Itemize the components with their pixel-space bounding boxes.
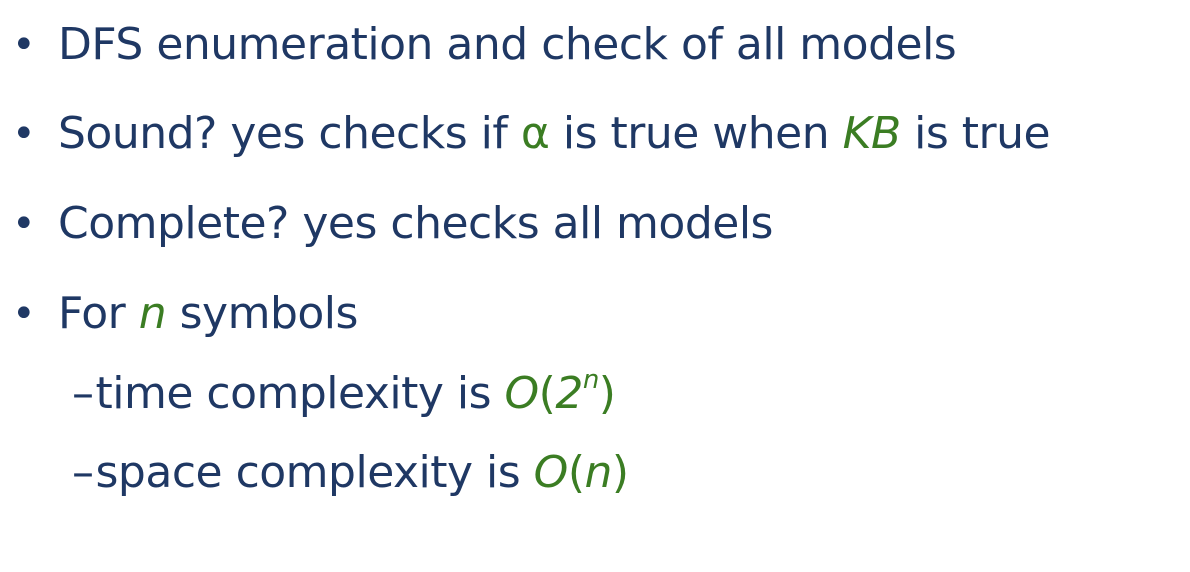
sub-bullet-space-complexity: –space complexity is O(n) <box>72 447 629 499</box>
sub-bullet-text: time complexity is <box>95 368 505 419</box>
bullet-text-prefix: For <box>58 288 139 339</box>
bullet-sound: Sound? yes checks if α is true when KB i… <box>58 108 1051 160</box>
big-o-symbol: O <box>504 368 540 419</box>
bullet-text-middle: is true when <box>549 108 843 159</box>
bullet-text-suffix: is true <box>900 108 1051 159</box>
bullet-text-prefix: Sound? yes checks if <box>58 108 521 159</box>
bullet-text: Complete? yes checks all models <box>58 198 773 249</box>
sub-bullet-text: space complexity is <box>95 447 534 498</box>
bullet-text: DFS enumeration and check of all models <box>58 19 957 70</box>
dash-marker: – <box>72 447 94 498</box>
slide-content: • DFS enumeration and check of all model… <box>0 0 1190 572</box>
bullet-marker: • <box>12 22 36 68</box>
bullet-text-suffix: symbols <box>166 288 359 339</box>
n-symbol: n <box>138 288 167 339</box>
open-paren: ( <box>567 447 585 498</box>
bullet-complete: Complete? yes checks all models <box>58 198 773 250</box>
big-o-symbol: O <box>533 447 569 498</box>
close-paren: ) <box>598 368 616 419</box>
alpha-symbol: α <box>520 108 550 159</box>
close-paren: ) <box>611 447 629 498</box>
kb-symbol: KB <box>842 108 902 159</box>
bullet-n-symbols: For n symbols <box>58 288 358 340</box>
open-paren: ( <box>538 368 556 419</box>
sub-bullet-time-complexity: –time complexity is O(2n) <box>72 365 616 420</box>
exponent-n: n <box>582 365 599 396</box>
base-two: 2 <box>555 368 583 419</box>
dash-marker: – <box>72 368 94 419</box>
n-argument: n <box>584 447 612 498</box>
bullet-marker: • <box>12 201 36 247</box>
bullet-marker: • <box>12 111 36 157</box>
bullet-marker: • <box>12 291 36 337</box>
bullet-dfs-enumeration: DFS enumeration and check of all models <box>58 19 957 71</box>
